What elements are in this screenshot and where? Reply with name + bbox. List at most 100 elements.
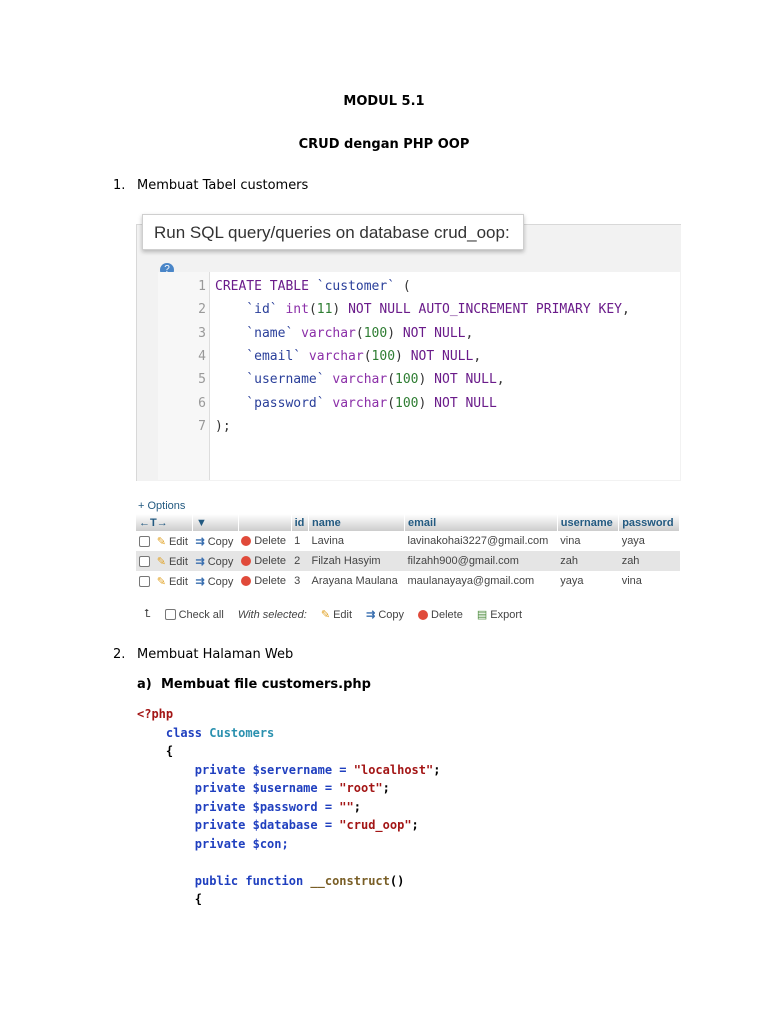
edit-button[interactable]: ✎ Edit xyxy=(153,531,193,551)
delete-button[interactable]: Delete xyxy=(238,571,292,591)
sql-token-plain: , xyxy=(622,302,630,318)
edit-button[interactable]: ✎ Edit xyxy=(153,571,193,591)
cell-password[interactable]: zah xyxy=(618,551,680,571)
sql-header-text: Run SQL query/queries on database crud_o… xyxy=(154,223,510,242)
checkbox[interactable] xyxy=(139,535,150,547)
row-checkbox[interactable] xyxy=(136,551,154,571)
options-link[interactable]: + Options xyxy=(138,500,185,512)
section-label: Membuat Halaman Web xyxy=(137,647,294,662)
cell-name[interactable]: Arayana Maulana xyxy=(308,571,405,591)
document-title: MODUL 5.1 xyxy=(343,94,425,109)
label: Export xyxy=(490,609,523,621)
column-header-email[interactable]: email xyxy=(404,514,558,531)
document-subtitle: CRUD dengan PHP OOP xyxy=(298,137,470,152)
pencil-icon: ✎ xyxy=(156,535,166,548)
cell-id[interactable]: 1 xyxy=(291,531,309,551)
php-token-plain: { xyxy=(137,744,174,758)
sql-token-plain: ) xyxy=(395,348,411,364)
php-token-fn: __construct xyxy=(310,873,390,888)
sql-token-num: 100 xyxy=(395,395,419,411)
php-code-line: class Customers xyxy=(137,724,440,743)
php-token-plain: ; xyxy=(433,762,441,777)
column-header-password[interactable]: password xyxy=(618,514,680,531)
cell-id[interactable]: 2 xyxy=(291,551,309,571)
check-all-label: Check all xyxy=(178,608,224,621)
copy-button[interactable]: ⇉ Copy xyxy=(192,551,239,571)
cell-name[interactable]: Lavina xyxy=(308,531,405,551)
results-table: ←T→ ▼ id name email username password ✎ … xyxy=(136,514,680,591)
php-code-line: private $servername = "localhost"; xyxy=(137,761,441,780)
table-footer: ⮤ Check all With selected: ✎ Edit ⇉ Copy… xyxy=(144,608,522,621)
copy-button[interactable]: ⇉ Copy xyxy=(192,571,239,591)
php-code-line: private $database = "crud_oop"; xyxy=(137,816,440,835)
sql-token-type: varchar xyxy=(301,325,356,341)
php-code-line: public function __construct() xyxy=(137,872,440,891)
section-1-heading: 1. Membuat Tabel customers xyxy=(113,178,308,193)
sql-token-num: 100 xyxy=(395,372,419,388)
cell-id[interactable]: 3 xyxy=(291,571,309,591)
export-button[interactable]: ▤ Export xyxy=(477,608,522,621)
sql-code-line: 6 `password` varchar(100) NOT NULL xyxy=(158,392,497,415)
bulk-edit-button[interactable]: ✎ Edit xyxy=(321,608,352,621)
column-filter[interactable]: ▼ xyxy=(192,514,239,531)
sql-token-id: `password` xyxy=(215,395,333,411)
sql-token-plain: , xyxy=(496,372,505,388)
line-number: 6 xyxy=(198,395,206,411)
sql-editor[interactable]: 1 CREATE TABLE `customer` (2 `id` int(11)… xyxy=(158,272,680,480)
cell-password[interactable]: yaya xyxy=(618,531,680,551)
sql-token-kw: NOT NULL AUTO_INCREMENT PRIMARY KEY xyxy=(348,302,623,318)
column-header-username[interactable]: username xyxy=(557,514,620,531)
cell-username[interactable]: yaya xyxy=(557,571,619,591)
sort-arrows[interactable]: ←T→ xyxy=(136,514,193,531)
cell-password[interactable]: vina xyxy=(618,571,680,591)
php-token-kw: private $con; xyxy=(137,836,289,851)
bulk-copy-button[interactable]: ⇉ Copy xyxy=(366,608,404,621)
sql-token-type: varchar xyxy=(308,348,364,364)
column-header-name[interactable]: name xyxy=(308,514,405,531)
sql-token-num: 100 xyxy=(363,325,388,341)
sql-token-plain: , xyxy=(465,325,474,341)
sql-token-id: `username` xyxy=(215,372,333,388)
checkbox[interactable] xyxy=(139,555,150,567)
row-checkbox[interactable] xyxy=(136,531,154,551)
delete-button[interactable]: Delete xyxy=(238,551,292,571)
table-header-row: ←T→ ▼ id name email username password xyxy=(136,514,680,531)
php-token-plain: { xyxy=(137,892,203,906)
copy-icon: ⇉ xyxy=(195,535,205,548)
bulk-delete-button[interactable]: Delete xyxy=(418,609,463,621)
check-all[interactable]: Check all xyxy=(164,608,224,621)
copy-icon: ⇉ xyxy=(195,555,205,568)
sql-token-id: `name` xyxy=(215,325,302,341)
row-checkbox[interactable] xyxy=(136,571,154,591)
php-token-kw: private $username = xyxy=(137,781,340,795)
cell-email[interactable]: lavinakohai3227@gmail.com xyxy=(404,531,558,551)
checkbox[interactable] xyxy=(139,575,150,587)
edit-button[interactable]: ✎ Edit xyxy=(153,551,193,571)
delete-icon xyxy=(241,536,252,547)
php-token-plain: () xyxy=(389,873,405,888)
php-code-line xyxy=(137,853,440,872)
label: Copy xyxy=(207,555,234,568)
php-token-plain: ; xyxy=(411,818,419,832)
label: Copy xyxy=(207,535,234,548)
column-header-id[interactable]: id xyxy=(291,514,310,531)
sql-token-plain: ) xyxy=(332,302,349,318)
sql-token-plain: ( xyxy=(355,325,364,341)
sql-token-id: `id` xyxy=(215,302,286,318)
section-label: Membuat file customers.php xyxy=(161,677,371,692)
cell-username[interactable]: zah xyxy=(557,551,619,571)
cell-username[interactable]: vina xyxy=(557,531,619,551)
cell-email[interactable]: maulanayaya@gmail.com xyxy=(404,571,558,591)
copy-button[interactable]: ⇉ Copy xyxy=(192,531,239,551)
sql-token-plain: ) xyxy=(387,325,403,341)
checkbox[interactable] xyxy=(164,609,176,621)
delete-button[interactable]: Delete xyxy=(238,531,292,551)
spacer xyxy=(238,514,292,531)
php-code-line: private $username = "root"; xyxy=(137,779,440,798)
cell-name[interactable]: Filzah Hasyim xyxy=(308,551,405,571)
line-number: 2 xyxy=(198,302,206,318)
cell-email[interactable]: filzahh900@gmail.com xyxy=(404,551,558,571)
sql-token-plain: ); xyxy=(215,418,231,434)
label: Delete xyxy=(431,608,463,621)
line-number: 4 xyxy=(198,348,206,364)
